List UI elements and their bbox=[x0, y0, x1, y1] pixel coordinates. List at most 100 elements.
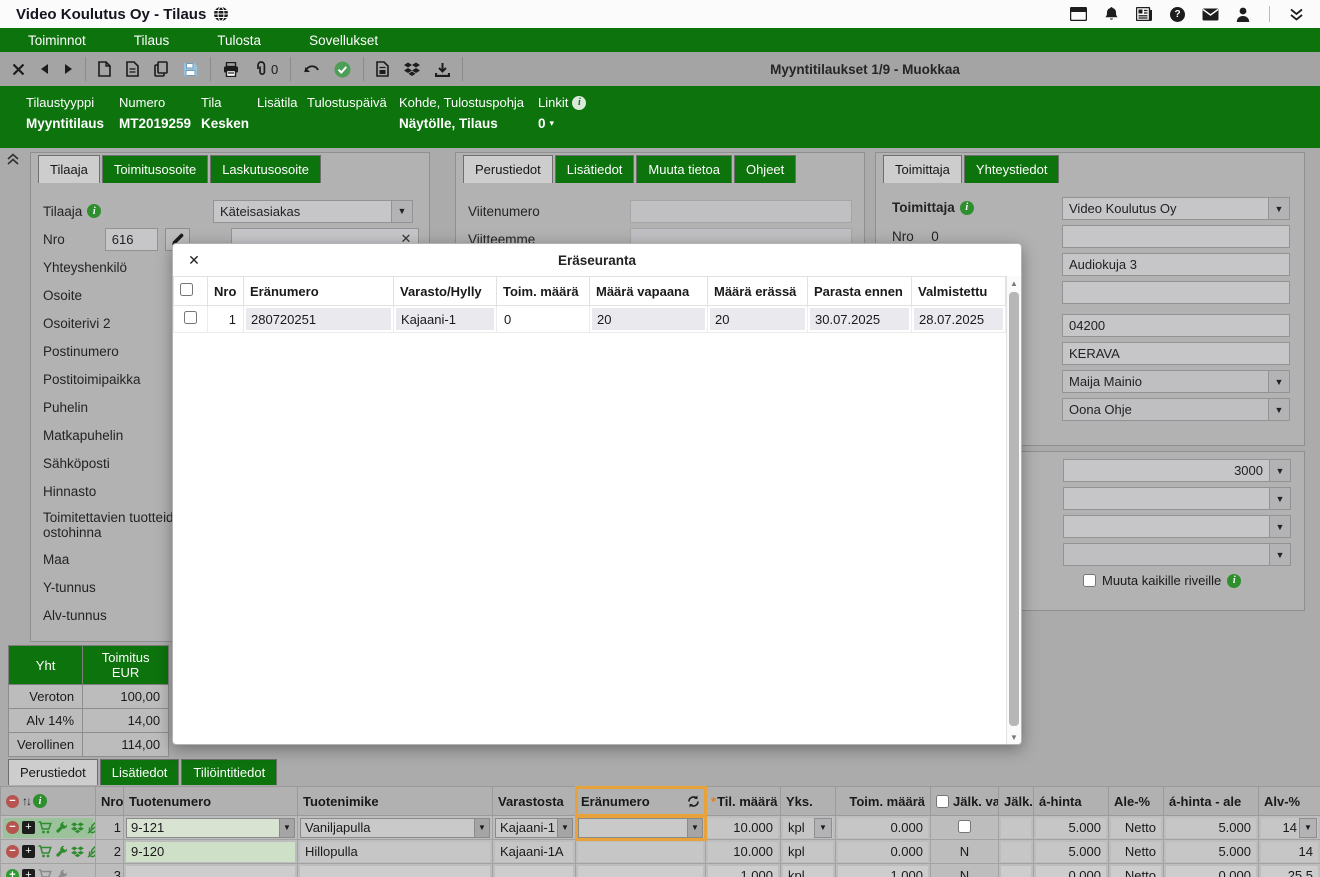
product-number-cell[interactable] bbox=[126, 866, 295, 877]
dimension1-select[interactable]: ▼ bbox=[1063, 487, 1291, 510]
delivered-qty-cell[interactable]: 1.000 bbox=[838, 866, 928, 877]
tab-muuta-tietoa[interactable]: Muuta tietoa bbox=[636, 155, 732, 183]
tab-toimitusosoite[interactable]: Toimitusosoite bbox=[102, 155, 208, 183]
jalk-cell[interactable] bbox=[1001, 842, 1031, 862]
supplier-name2-input[interactable] bbox=[1062, 225, 1290, 248]
bell-icon[interactable] bbox=[1104, 6, 1119, 22]
discount-cell[interactable]: Netto bbox=[1111, 818, 1161, 838]
menu-tulosta[interactable]: Tulosta bbox=[193, 33, 285, 48]
scroll-down-icon[interactable]: ▼ bbox=[1007, 730, 1021, 744]
new-document-icon[interactable] bbox=[98, 61, 111, 77]
caret-down-icon[interactable]: ▼ bbox=[474, 819, 489, 837]
print-icon[interactable] bbox=[223, 62, 239, 77]
copy-icon[interactable] bbox=[154, 61, 168, 77]
caret-down-icon[interactable]: ▼ bbox=[1268, 198, 1289, 219]
unit-cell[interactable]: kpl bbox=[783, 866, 833, 877]
backorder-checkbox[interactable] bbox=[958, 820, 971, 833]
dropbox-icon[interactable] bbox=[404, 62, 420, 77]
col-tuotenumero[interactable]: Tuotenumero bbox=[124, 787, 298, 816]
batch-qty-input[interactable]: 0 bbox=[499, 308, 587, 330]
save-icon[interactable] bbox=[183, 62, 198, 77]
help-icon[interactable]: ? bbox=[1170, 7, 1185, 22]
jalk-cell[interactable] bbox=[1001, 818, 1031, 838]
supplier-contact1-select[interactable]: Maija Mainio▼ bbox=[1062, 370, 1290, 393]
unlink-icon[interactable] bbox=[87, 845, 96, 858]
vat-cell[interactable]: 25.5 bbox=[1261, 866, 1318, 877]
caret-down-icon[interactable]: ▼ bbox=[1269, 516, 1290, 537]
modal-scrollbar[interactable]: ▲ ▼ bbox=[1006, 276, 1021, 744]
batch-number-cell[interactable] bbox=[578, 842, 703, 862]
caret-down-icon[interactable]: ▼ bbox=[557, 819, 572, 837]
supplier-city-input[interactable]: KERAVA bbox=[1062, 342, 1290, 365]
product-name-cell[interactable] bbox=[300, 866, 490, 877]
menu-sovellukset[interactable]: Sovellukset bbox=[285, 33, 402, 48]
cart-icon[interactable] bbox=[38, 869, 52, 877]
col-til-maara[interactable]: *Til. määrä bbox=[706, 787, 781, 816]
col-nro[interactable]: Nro bbox=[96, 787, 124, 816]
unit-price-cell[interactable]: 5.000 bbox=[1036, 842, 1106, 862]
unit-cell[interactable]: kpl▼ bbox=[783, 818, 833, 838]
unit-price-cell[interactable]: 0.000 bbox=[1036, 866, 1106, 877]
dropbox-line-icon[interactable] bbox=[71, 822, 84, 834]
viitenumero-input[interactable] bbox=[630, 200, 852, 223]
wrench-icon[interactable] bbox=[55, 821, 68, 834]
dimension2-select[interactable]: ▼ bbox=[1063, 515, 1291, 538]
links-dropdown[interactable]: 0▾ bbox=[538, 116, 608, 131]
add-line-icon[interactable]: + bbox=[6, 869, 19, 877]
batch-number[interactable]: 280720251 bbox=[246, 308, 391, 330]
open-document-icon[interactable] bbox=[126, 61, 139, 77]
caret-down-icon[interactable]: ▼ bbox=[1299, 818, 1317, 838]
tab-laskutusosoite[interactable]: Laskutusosoite bbox=[210, 155, 321, 183]
unit-cell[interactable]: kpl bbox=[783, 842, 833, 862]
col-yks[interactable]: Yks. bbox=[781, 787, 836, 816]
backorder-cell[interactable]: N bbox=[931, 840, 999, 864]
col-a-hinta[interactable]: á-hinta bbox=[1034, 787, 1109, 816]
scrollbar-thumb[interactable] bbox=[1009, 292, 1019, 726]
caret-down-icon[interactable]: ▼ bbox=[1268, 371, 1289, 392]
approve-icon[interactable] bbox=[334, 61, 351, 78]
menu-toiminnot[interactable]: Toiminnot bbox=[4, 33, 110, 48]
tab-toimittaja[interactable]: Toimittaja bbox=[883, 155, 962, 183]
cart-icon[interactable] bbox=[38, 821, 52, 834]
add-doc-icon[interactable]: + bbox=[22, 869, 35, 877]
supplier-contact2-select[interactable]: Oona Ohje▼ bbox=[1062, 398, 1290, 421]
product-number-cell[interactable]: 9-120 bbox=[126, 842, 295, 862]
net-price-cell[interactable]: 5.000 bbox=[1166, 842, 1256, 862]
discount-cell[interactable]: Netto bbox=[1111, 866, 1161, 877]
tab-lisatiedot[interactable]: Lisätiedot bbox=[555, 155, 635, 183]
caret-down-icon[interactable]: ▼ bbox=[814, 818, 832, 838]
delete-line-icon[interactable]: − bbox=[6, 821, 19, 834]
qty-cell[interactable]: 10.000 bbox=[708, 842, 778, 862]
close-record-icon[interactable] bbox=[12, 63, 25, 76]
col-eranumero[interactable]: Eränumero bbox=[576, 787, 706, 816]
undo-icon[interactable] bbox=[303, 63, 319, 76]
qty-cell[interactable]: 1.000 bbox=[708, 866, 778, 877]
remove-row-icon[interactable]: − bbox=[6, 795, 19, 808]
batch-number-cell[interactable] bbox=[578, 866, 703, 877]
jalk-cell[interactable] bbox=[1001, 866, 1031, 877]
tab-tilaaja[interactable]: Tilaaja bbox=[38, 155, 100, 183]
warehouse-cell[interactable] bbox=[495, 866, 573, 877]
product-name-select[interactable]: Vaniljapulla▼ bbox=[300, 818, 490, 838]
caret-down-icon[interactable]: ▼ bbox=[1269, 460, 1290, 481]
add-doc-icon[interactable]: + bbox=[22, 821, 35, 834]
col-jalk-val[interactable]: Jälk. val. bbox=[931, 787, 999, 816]
prev-record-icon[interactable] bbox=[40, 63, 49, 75]
tab-ohjeet[interactable]: Ohjeet bbox=[734, 155, 796, 183]
user-icon[interactable] bbox=[1236, 7, 1250, 22]
wrench-icon[interactable] bbox=[55, 845, 68, 858]
vat-cell[interactable]: 14 bbox=[1261, 842, 1318, 862]
caret-down-icon[interactable]: ▼ bbox=[1268, 399, 1289, 420]
chevron-double-down-icon[interactable] bbox=[1289, 8, 1304, 21]
col-ale[interactable]: Ale-% bbox=[1109, 787, 1164, 816]
customer-select[interactable]: Käteisasiakas ▼ bbox=[213, 200, 413, 223]
product-number-select[interactable]: 9-121▼ bbox=[126, 818, 295, 838]
tab-perustiedot[interactable]: Perustiedot bbox=[463, 155, 553, 183]
select-batch-checkbox[interactable] bbox=[184, 311, 197, 324]
batch-number-select[interactable]: ▼ bbox=[578, 818, 703, 838]
tab-lines-perustiedot[interactable]: Perustiedot bbox=[8, 759, 98, 785]
invoice-icon[interactable] bbox=[376, 61, 389, 77]
product-name-cell[interactable]: Hillopulla bbox=[300, 842, 490, 862]
col-varastosta[interactable]: Varastosta bbox=[493, 787, 576, 816]
col-tuotenimike[interactable]: Tuotenimike bbox=[298, 787, 493, 816]
